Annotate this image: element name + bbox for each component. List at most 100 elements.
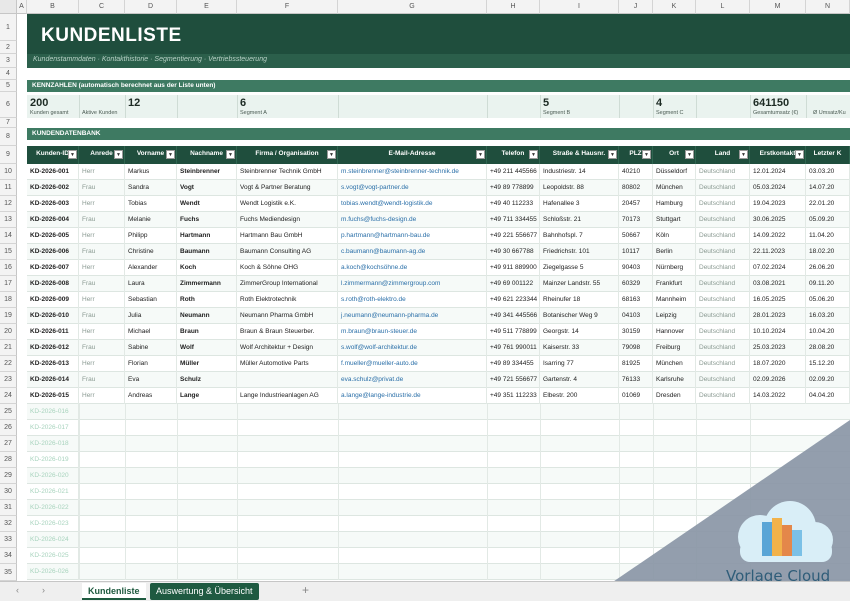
table-cell[interactable]: Eva xyxy=(125,372,177,388)
table-cell[interactable]: Wendt Logistik e.K. xyxy=(237,196,338,212)
table-cell[interactable] xyxy=(653,516,654,532)
table-cell[interactable] xyxy=(237,564,238,580)
table-cell[interactable]: KD-2026-006 xyxy=(27,244,79,260)
table-cell[interactable] xyxy=(696,484,697,500)
filter-dropdown-icon[interactable]: ▼ xyxy=(226,150,235,159)
table-cell[interactable]: KD-2026-025 xyxy=(27,548,79,564)
table-cell[interactable]: Bahnhofspl. 7 xyxy=(540,228,619,244)
table-cell[interactable] xyxy=(696,420,697,436)
empty-row[interactable] xyxy=(27,484,850,500)
table-cell[interactable]: Tobias xyxy=(125,196,177,212)
table-cell[interactable]: Frankfurt xyxy=(653,276,696,292)
table-cell[interactable]: 03.08.2021 xyxy=(750,276,806,292)
table-cell[interactable]: +49 351 112233 xyxy=(487,388,540,404)
row-header[interactable]: 20 xyxy=(0,324,17,340)
select-all-corner[interactable] xyxy=(0,0,17,14)
table-cell[interactable]: m.steinbrenner@steinbrenner-technik.de xyxy=(338,164,487,180)
table-cell[interactable]: 10.04.20 xyxy=(806,324,850,340)
table-cell[interactable] xyxy=(177,532,178,548)
table-cell[interactable]: Köln xyxy=(653,228,696,244)
table-cell[interactable]: +49 211 445566 xyxy=(487,164,540,180)
table-cell[interactable] xyxy=(487,452,488,468)
table-cell[interactable]: Mannheim xyxy=(653,292,696,308)
table-cell[interactable] xyxy=(177,452,178,468)
table-cell[interactable]: Koch & Söhne OHG xyxy=(237,260,338,276)
table-cell[interactable]: Wolf xyxy=(177,340,237,356)
table-cell[interactable] xyxy=(79,564,80,580)
table-cell[interactable] xyxy=(653,548,654,564)
table-cell[interactable] xyxy=(177,548,178,564)
column-header[interactable]: G xyxy=(338,0,487,14)
table-cell[interactable]: Melanie xyxy=(125,212,177,228)
table-cell[interactable] xyxy=(540,548,541,564)
table-cell[interactable]: 05.09.20 xyxy=(806,212,850,228)
table-cell[interactable]: KD-2026-004 xyxy=(27,212,79,228)
table-cell[interactable]: Herr xyxy=(79,196,125,212)
table-cell[interactable] xyxy=(338,516,339,532)
table-cell[interactable] xyxy=(125,564,126,580)
table-cell[interactable] xyxy=(79,532,80,548)
table-cell[interactable]: 30.06.2025 xyxy=(750,212,806,228)
table-cell[interactable]: 14.03.2022 xyxy=(750,388,806,404)
table-cell[interactable]: 04103 xyxy=(619,308,653,324)
table-cell[interactable] xyxy=(619,484,620,500)
table-cell[interactable] xyxy=(653,420,654,436)
row-header[interactable]: 4 xyxy=(0,68,17,80)
table-cell[interactable] xyxy=(125,436,126,452)
table-cell[interactable]: Frau xyxy=(79,276,125,292)
column-header[interactable]: A xyxy=(17,0,27,14)
table-cell[interactable]: Wendt xyxy=(177,196,237,212)
table-cell[interactable] xyxy=(540,516,541,532)
table-cell[interactable]: 07.02.2024 xyxy=(750,260,806,276)
table-cell[interactable] xyxy=(487,404,488,420)
table-cell[interactable]: 60329 xyxy=(619,276,653,292)
row-header[interactable]: 30 xyxy=(0,484,17,500)
row-header[interactable]: 17 xyxy=(0,276,17,292)
table-cell[interactable] xyxy=(619,516,620,532)
table-cell[interactable]: Wolf Architektur + Design xyxy=(237,340,338,356)
column-header[interactable]: B xyxy=(27,0,79,14)
table-cell[interactable] xyxy=(540,532,541,548)
table-cell[interactable]: 18.02.20 xyxy=(806,244,850,260)
table-cell[interactable]: Frau xyxy=(79,180,125,196)
row-header[interactable]: 12 xyxy=(0,196,17,212)
filter-dropdown-icon[interactable]: ▼ xyxy=(327,150,336,159)
table-cell[interactable]: s.vogt@vogt-partner.de xyxy=(338,180,487,196)
table-cell[interactable] xyxy=(338,468,339,484)
table-cell[interactable]: Leopoldstr. 88 xyxy=(540,180,619,196)
table-cell[interactable]: +49 89 334455 xyxy=(487,356,540,372)
table-cell[interactable]: Andreas xyxy=(125,388,177,404)
table-cell[interactable]: Zimmermann xyxy=(177,276,237,292)
empty-row[interactable] xyxy=(27,516,850,532)
table-cell[interactable] xyxy=(338,500,339,516)
table-cell[interactable] xyxy=(79,500,80,516)
filter-dropdown-icon[interactable]: ▼ xyxy=(739,150,748,159)
table-cell[interactable]: 19.04.2023 xyxy=(750,196,806,212)
table-cell[interactable]: Koch xyxy=(177,260,237,276)
table-cell[interactable]: Deutschland xyxy=(696,212,750,228)
table-cell[interactable]: +49 621 223344 xyxy=(487,292,540,308)
table-cell[interactable]: Alexander xyxy=(125,260,177,276)
table-cell[interactable] xyxy=(487,500,488,516)
table-cell[interactable] xyxy=(540,564,541,580)
table-cell[interactable] xyxy=(696,516,697,532)
table-cell[interactable]: 68163 xyxy=(619,292,653,308)
table-cell[interactable]: 18.07.2020 xyxy=(750,356,806,372)
table-cell[interactable] xyxy=(540,404,541,420)
table-cell[interactable] xyxy=(487,436,488,452)
table-cell[interactable] xyxy=(487,548,488,564)
table-cell[interactable] xyxy=(177,420,178,436)
table-cell[interactable] xyxy=(79,548,80,564)
table-cell[interactable] xyxy=(125,532,126,548)
table-cell[interactable] xyxy=(237,548,238,564)
column-header[interactable]: J xyxy=(619,0,653,14)
table-cell[interactable]: 01069 xyxy=(619,388,653,404)
row-header[interactable]: 19 xyxy=(0,308,17,324)
row-header[interactable]: 8 xyxy=(0,128,17,146)
table-cell[interactable]: Deutschland xyxy=(696,388,750,404)
table-cell[interactable] xyxy=(750,532,751,548)
table-cell[interactable]: Deutschland xyxy=(696,180,750,196)
row-header[interactable]: 29 xyxy=(0,468,17,484)
row-header[interactable]: 16 xyxy=(0,260,17,276)
table-cell[interactable] xyxy=(237,404,238,420)
